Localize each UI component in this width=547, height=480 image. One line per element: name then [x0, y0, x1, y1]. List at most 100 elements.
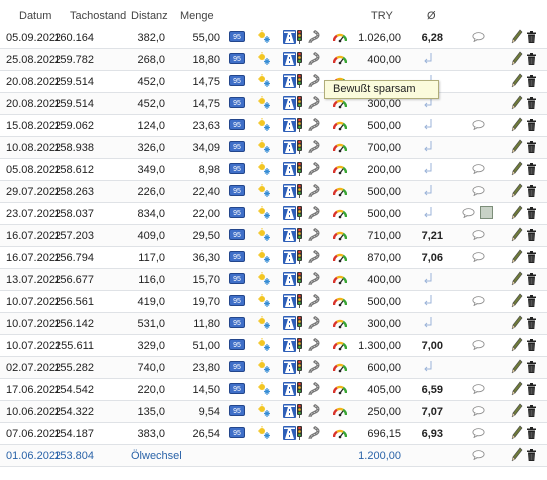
pencil-icon[interactable]: [511, 271, 523, 287]
column-header-tachostand[interactable]: Tachostand: [70, 10, 126, 22]
pencil-icon[interactable]: [511, 29, 523, 45]
pencil-icon[interactable]: [511, 337, 523, 353]
economy-gauge-icon[interactable]: [332, 361, 348, 373]
trash-icon[interactable]: [527, 97, 536, 109]
table-row[interactable]: 29.07.2022 158.263 226,0 22,40 95 500,00: [0, 181, 547, 203]
economy-gauge-icon[interactable]: [332, 119, 348, 131]
trash-icon[interactable]: [527, 405, 536, 417]
table-row[interactable]: 10.07.2022 155.611 329,0 51,00 95 1.300,00 7,0…: [0, 335, 547, 357]
economy-gauge-icon[interactable]: [332, 207, 348, 219]
comment-bubble-icon[interactable]: [472, 252, 485, 263]
economy-gauge-icon[interactable]: [332, 251, 348, 263]
comment-bubble-icon[interactable]: [472, 406, 485, 417]
economy-gauge-icon[interactable]: [332, 141, 348, 153]
table-row[interactable]: 10.07.2022 156.142 531,0 11,80 95 300,00: [0, 313, 547, 335]
table-row[interactable]: 10.08.2022 158.938 326,0 34,09 95 700,00: [0, 137, 547, 159]
pencil-icon[interactable]: [511, 73, 523, 89]
table-row[interactable]: 02.07.2022 155.282 740,0 23,80 95 600,00: [0, 357, 547, 379]
trash-icon[interactable]: [527, 207, 536, 219]
pencil-icon[interactable]: [511, 447, 523, 463]
economy-gauge-icon[interactable]: [332, 339, 348, 351]
pencil-icon[interactable]: [511, 95, 523, 111]
trash-icon[interactable]: [527, 361, 536, 373]
trash-icon[interactable]: [527, 273, 536, 285]
table-row[interactable]: 20.08.2022 159.514 452,0 14,75 95 300,00: [0, 93, 547, 115]
trash-icon[interactable]: [527, 383, 536, 395]
economy-gauge-icon[interactable]: [332, 295, 348, 307]
pencil-icon[interactable]: [511, 227, 523, 243]
table-row[interactable]: 25.08.2022 159.782 268,0 18,80 95 400,00: [0, 49, 547, 71]
pencil-icon[interactable]: [511, 205, 523, 221]
table-row[interactable]: 23.07.2022 158.037 834,0 22,00 95 500,00: [0, 203, 547, 225]
economy-gauge-icon[interactable]: [332, 273, 348, 285]
comment-bubble-icon[interactable]: [472, 384, 485, 395]
trash-icon[interactable]: [527, 163, 536, 175]
trash-icon[interactable]: [527, 31, 536, 43]
economy-gauge-icon[interactable]: [332, 317, 348, 329]
comment-bubble-icon[interactable]: [472, 186, 485, 197]
table-row[interactable]: 10.07.2022 156.561 419,0 19,70 95 500,00: [0, 291, 547, 313]
comment-bubble-icon[interactable]: [462, 208, 475, 219]
pencil-icon[interactable]: [511, 139, 523, 155]
economy-gauge-icon[interactable]: [332, 31, 348, 43]
comment-bubble-icon[interactable]: [472, 340, 485, 351]
pencil-icon[interactable]: [511, 161, 523, 177]
table-row[interactable]: 17.06.2022 154.542 220,0 14,50 95 405,00 6,59: [0, 379, 547, 401]
pencil-icon[interactable]: [511, 381, 523, 397]
pencil-icon[interactable]: [511, 359, 523, 375]
pencil-icon[interactable]: [511, 51, 523, 67]
trash-icon[interactable]: [527, 75, 536, 87]
pencil-icon[interactable]: [511, 315, 523, 331]
note-cell[interactable]: Ölwechsel: [131, 450, 182, 462]
table-row[interactable]: 10.06.2022 154.322 135,0 9,54 95 250,00 7,07: [0, 401, 547, 423]
table-row[interactable]: 05.08.2022 158.612 349,0 8,98 95 200,00: [0, 159, 547, 181]
trash-icon[interactable]: [527, 185, 536, 197]
economy-gauge-icon[interactable]: [332, 383, 348, 395]
table-row[interactable]: 20.08.2022 159.514 452,0 14,75 95: [0, 71, 547, 93]
column-header-avg[interactable]: Ø: [427, 10, 436, 22]
table-row[interactable]: 01.06.2022 153.804 Ölwechsel 1.200,00: [0, 445, 547, 467]
pencil-icon[interactable]: [511, 249, 523, 265]
column-header-try[interactable]: TRY: [371, 10, 393, 22]
trash-icon[interactable]: [527, 339, 536, 351]
economy-gauge-icon[interactable]: [332, 229, 348, 241]
economy-gauge-icon[interactable]: [332, 163, 348, 175]
trash-icon[interactable]: [527, 229, 536, 241]
table-row[interactable]: 15.08.2022 159.062 124,0 23,63 95 500,00: [0, 115, 547, 137]
comment-bubble-icon[interactable]: [472, 428, 485, 439]
trash-icon[interactable]: [527, 317, 536, 329]
odometer-cell: 153.804: [54, 450, 94, 462]
table-row[interactable]: 16.07.2022 156.794 117,0 36,30 95 870,00 7,06: [0, 247, 547, 269]
economy-gauge-icon[interactable]: [332, 53, 348, 65]
pencil-icon[interactable]: [511, 183, 523, 199]
trash-icon[interactable]: [527, 251, 536, 263]
pencil-icon[interactable]: [511, 117, 523, 133]
table-row[interactable]: 13.07.2022 156.677 116,0 15,70 95 400,00: [0, 269, 547, 291]
column-header-datum[interactable]: Datum: [19, 10, 51, 22]
comment-bubble-icon[interactable]: [472, 230, 485, 241]
comment-bubble-icon[interactable]: [472, 32, 485, 43]
trash-icon[interactable]: [527, 427, 536, 439]
column-header-menge[interactable]: Menge: [180, 10, 214, 22]
trash-icon[interactable]: [527, 295, 536, 307]
trash-icon[interactable]: [527, 53, 536, 65]
pencil-icon[interactable]: [511, 425, 523, 441]
comment-bubble-icon[interactable]: [472, 296, 485, 307]
pencil-icon[interactable]: [511, 293, 523, 309]
economy-gauge-icon[interactable]: [332, 427, 348, 439]
table-row[interactable]: 05.09.2022 160.164 382,0 55,00 95 1.026,00 6,2…: [0, 27, 547, 49]
column-header-distanz[interactable]: Distanz: [131, 10, 168, 22]
economy-gauge-icon[interactable]: [332, 185, 348, 197]
table-row[interactable]: 07.06.2022 154.187 383,0 26,54 95 696,15 6,93: [0, 423, 547, 445]
table-row[interactable]: 16.07.2022 157.203 409,0 29,50 95 710,00 7,21: [0, 225, 547, 247]
comment-bubble-icon[interactable]: [472, 164, 485, 175]
date-cell[interactable]: 01.06.2022: [6, 450, 61, 462]
comment-bubble-icon[interactable]: [472, 450, 485, 461]
trash-icon[interactable]: [527, 119, 536, 131]
pencil-icon[interactable]: [511, 403, 523, 419]
photo-icon[interactable]: [480, 206, 493, 219]
comment-bubble-icon[interactable]: [472, 120, 485, 131]
trash-icon[interactable]: [527, 449, 536, 461]
economy-gauge-icon[interactable]: [332, 405, 348, 417]
trash-icon[interactable]: [527, 141, 536, 153]
